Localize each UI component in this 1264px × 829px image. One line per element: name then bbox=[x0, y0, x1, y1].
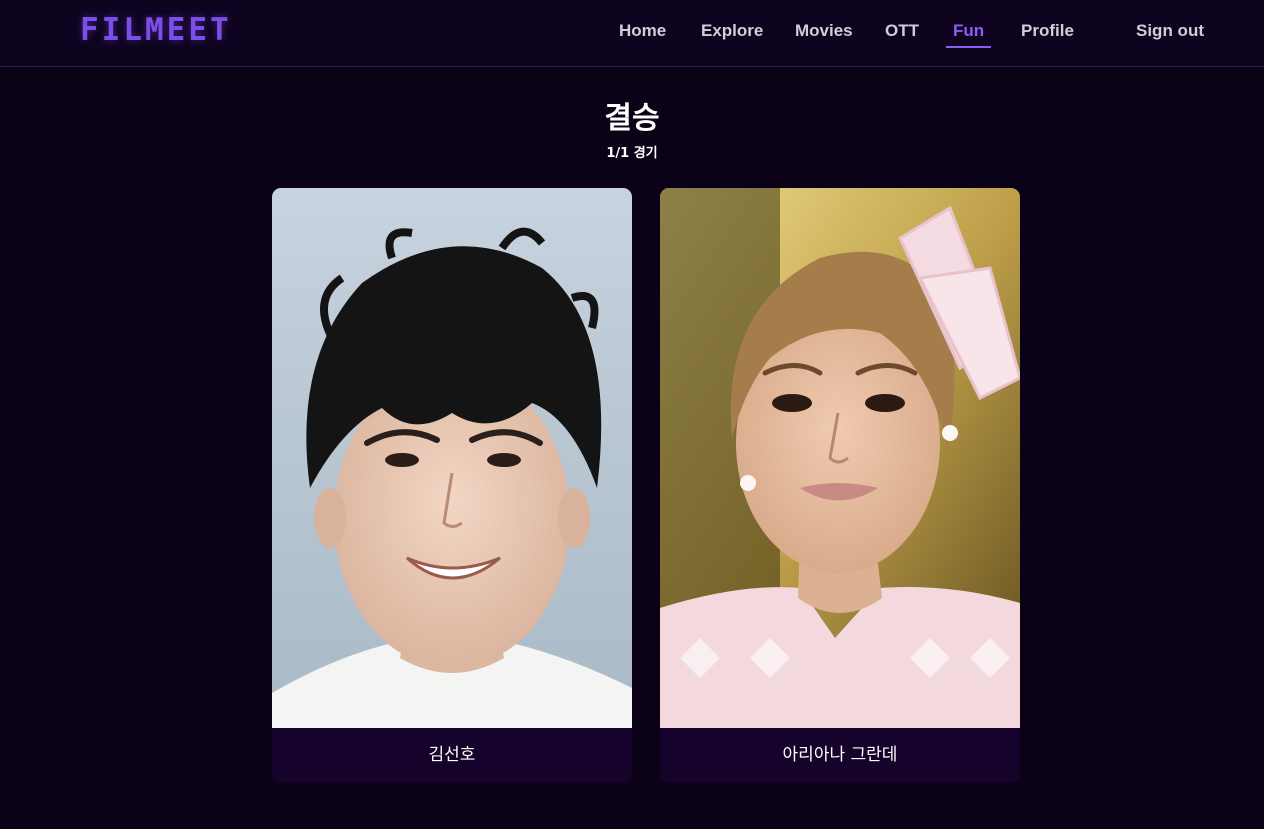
candidate-photo-left[interactable] bbox=[272, 188, 632, 728]
nav-fun[interactable]: Fun bbox=[953, 21, 984, 41]
candidate-name-left: 김선호 bbox=[428, 745, 476, 765]
candidate-card-right[interactable]: 아리아나 그란데 bbox=[660, 188, 1020, 783]
sign-out-link[interactable]: Sign out bbox=[1136, 21, 1204, 41]
man-portrait-image bbox=[272, 188, 632, 728]
woman-portrait-image bbox=[660, 188, 1020, 728]
nav-ott[interactable]: OTT bbox=[885, 21, 919, 41]
nav-profile[interactable]: Profile bbox=[1021, 21, 1074, 41]
candidate-name-right: 아리아나 그란데 bbox=[782, 745, 898, 765]
match-count: 1/1 경기 bbox=[606, 146, 658, 161]
nav-movies[interactable]: Movies bbox=[795, 21, 853, 41]
nav-home[interactable]: Home bbox=[619, 21, 666, 41]
filmeet-logo[interactable]: FILMEET bbox=[80, 12, 232, 48]
round-title: 결승 bbox=[604, 101, 660, 136]
candidate-card-left[interactable]: 김선호 bbox=[272, 188, 632, 783]
candidate-photo-right[interactable] bbox=[660, 188, 1020, 728]
nav-explore[interactable]: Explore bbox=[701, 21, 763, 41]
top-navbar: FILMEET Home Explore Movies OTT Fun Prof… bbox=[0, 0, 1264, 67]
nav-active-indicator bbox=[946, 46, 991, 48]
